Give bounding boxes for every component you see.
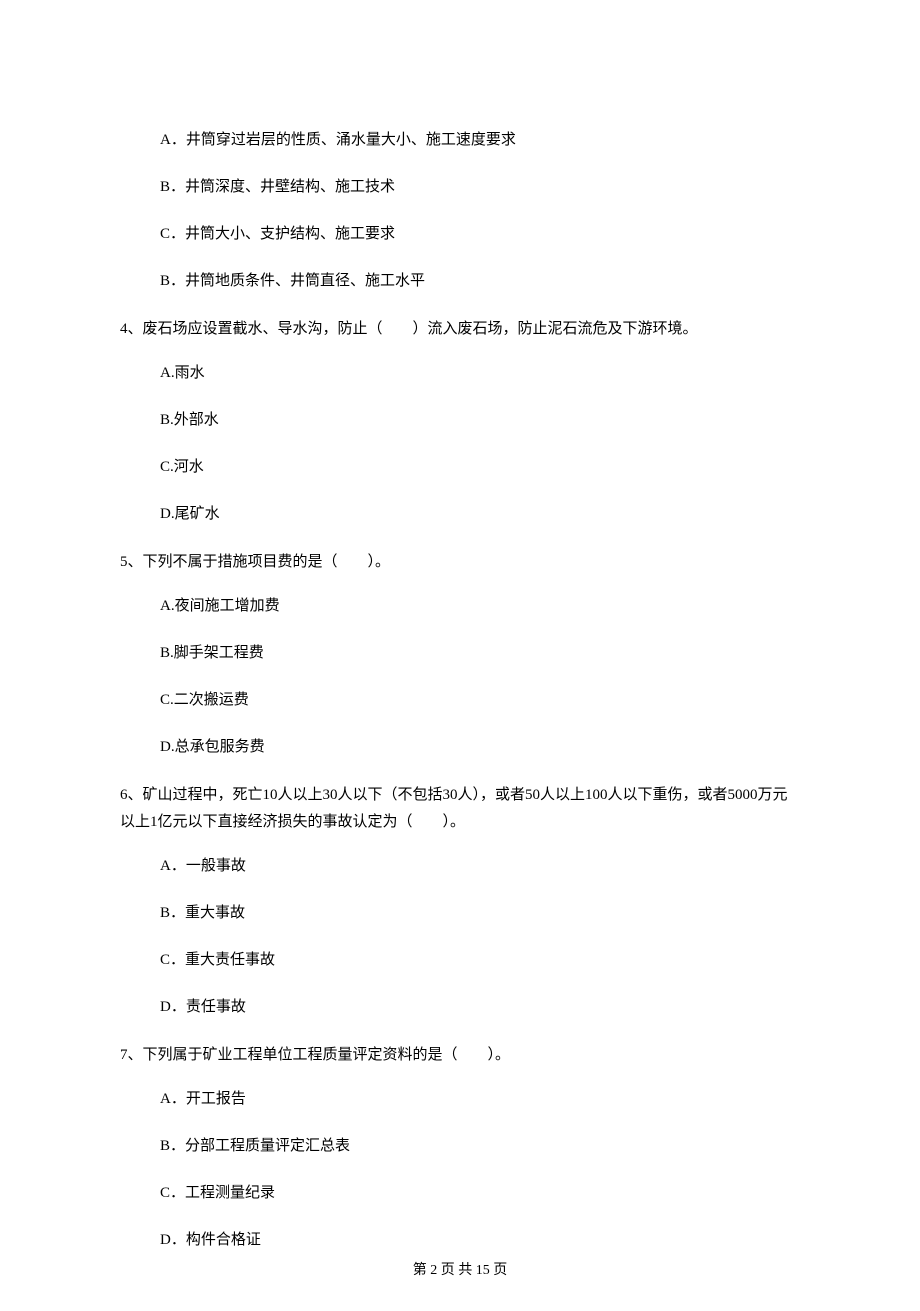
q3-option-c: C．井筒大小、支护结构、施工要求 [160,218,800,251]
q7-option-d: D．构件合格证 [160,1224,800,1257]
q4-stem: 4、废石场应设置截水、导水沟，防止（ ）流入废石场，防止泥石流危及下游环境。 [120,316,800,343]
page-footer: 第 2 页 共 15 页 [0,1260,920,1281]
q7-stem: 7、下列属于矿业工程单位工程质量评定资料的是（ ）。 [120,1042,800,1069]
q3-option-a: A．井筒穿过岩层的性质、涌水量大小、施工速度要求 [160,124,800,157]
q4-option-c: C.河水 [160,451,800,484]
q5-option-a: A.夜间施工增加费 [160,590,800,623]
q6-stem: 6、矿山过程中，死亡10人以上30人以下（不包括30人），或者50人以上100人… [120,782,800,836]
q5-option-d: D.总承包服务费 [160,731,800,764]
page-container: A．井筒穿过岩层的性质、涌水量大小、施工速度要求 B．井筒深度、井壁结构、施工技… [0,0,920,1311]
q5-stem: 5、下列不属于措施项目费的是（ ）。 [120,549,800,576]
q6-option-c: C．重大责任事故 [160,944,800,977]
q7-option-b: B．分部工程质量评定汇总表 [160,1130,800,1163]
q5-option-b: B.脚手架工程费 [160,637,800,670]
q7-option-a: A．开工报告 [160,1083,800,1116]
q3-option-d: B．井筒地质条件、井筒直径、施工水平 [160,265,800,298]
q4-option-d: D.尾矿水 [160,498,800,531]
q5-option-c: C.二次搬运费 [160,684,800,717]
q6-option-a: A．一般事故 [160,850,800,883]
q4-option-b: B.外部水 [160,404,800,437]
q6-option-b: B．重大事故 [160,897,800,930]
q4-option-a: A.雨水 [160,357,800,390]
q7-option-c: C．工程测量纪录 [160,1177,800,1210]
q6-option-d: D．责任事故 [160,991,800,1024]
q3-option-b: B．井筒深度、井壁结构、施工技术 [160,171,800,204]
